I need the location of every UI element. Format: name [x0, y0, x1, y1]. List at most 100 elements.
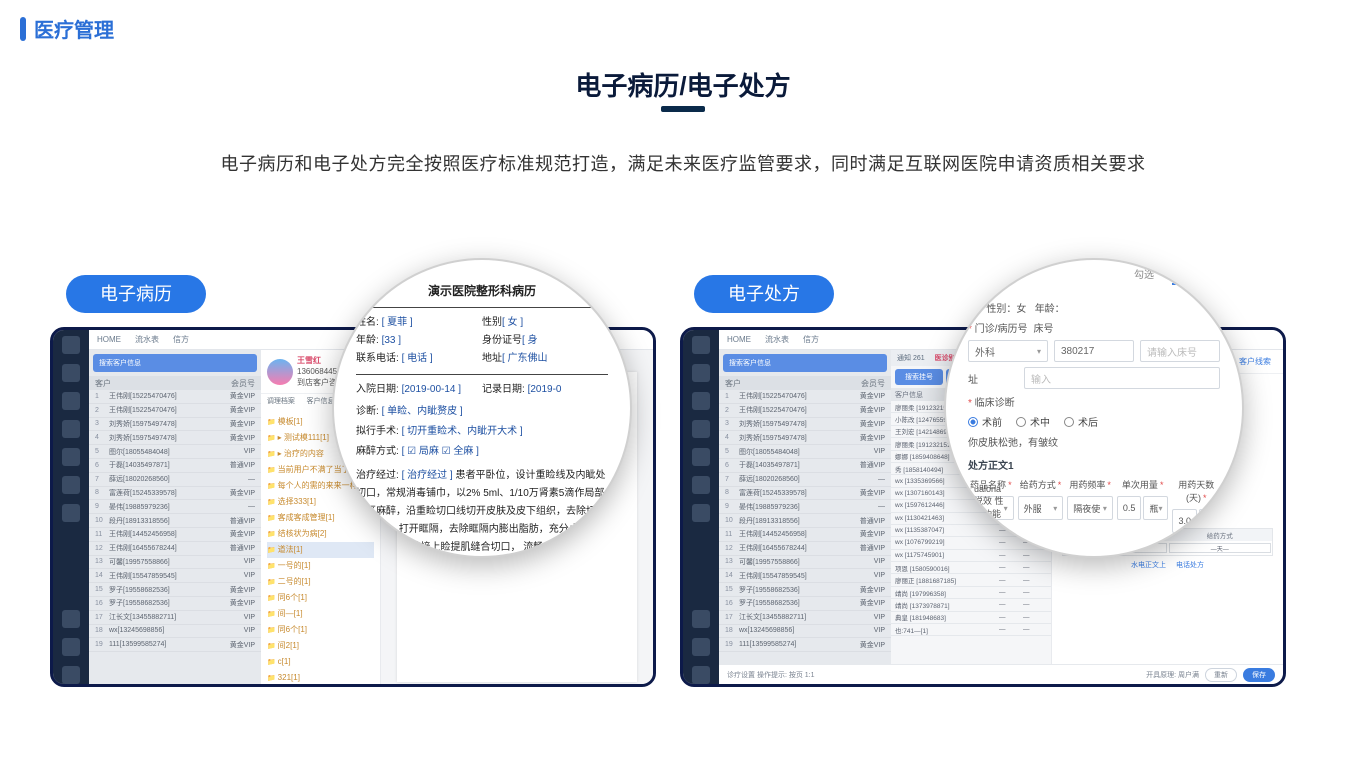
- customer-row[interactable]: 15罗子[19558682536]黄金VIP: [89, 583, 261, 597]
- customer-row[interactable]: 18wx[13245698856]VIP: [89, 625, 261, 639]
- tree-item[interactable]: 同8个[1]: [267, 686, 374, 687]
- customer-row[interactable]: 6于磊[14035497871]普通VIP: [719, 459, 891, 473]
- customer-row[interactable]: 14王伟刚[15547859545]VIP: [719, 569, 891, 583]
- tab-trust[interactable]: 信方: [803, 334, 819, 345]
- nav-icon[interactable]: [62, 476, 80, 494]
- reset-button[interactable]: 重新: [1205, 668, 1237, 682]
- nav-icon[interactable]: [62, 638, 80, 656]
- customer-row[interactable]: 19111[13599585274]黄金VIP: [719, 638, 891, 652]
- patient-row[interactable]: 也:741—[1]——: [891, 624, 1051, 636]
- days-input[interactable]: 3.0: [1172, 509, 1197, 533]
- nav-icon[interactable]: [692, 364, 710, 382]
- dose-input[interactable]: 0.5: [1117, 496, 1142, 520]
- tab-flow[interactable]: 流水表: [765, 334, 789, 345]
- nav-icon[interactable]: [62, 504, 80, 522]
- link[interactable]: 水电正文上: [1131, 560, 1166, 570]
- bed-input[interactable]: 请输入床号: [1140, 340, 1220, 362]
- dept-select[interactable]: 外科: [968, 340, 1048, 362]
- customer-row[interactable]: 5图尔[18055484048]VIP: [719, 445, 891, 459]
- nav-icon[interactable]: [692, 420, 710, 438]
- customer-row[interactable]: 13可馨[19957558866]VIP: [89, 556, 261, 570]
- customer-row[interactable]: 10段丹[18913318556]普通VIP: [89, 514, 261, 528]
- tree-item[interactable]: 二号的[1]: [267, 574, 374, 590]
- customer-row[interactable]: 14王伟刚[15547859545]VIP: [89, 569, 261, 583]
- tab-home[interactable]: HOME: [727, 335, 751, 344]
- customer-row[interactable]: 2王伟刚[15225470476]黄金VIP: [89, 404, 261, 418]
- customer-row[interactable]: 12王伟刚[16455678244]普通VIP: [89, 542, 261, 556]
- customer-row[interactable]: 12王伟刚[16455678244]普通VIP: [719, 542, 891, 556]
- tree-item[interactable]: 间2[1]: [267, 638, 374, 654]
- addr-input[interactable]: 输入: [1024, 367, 1220, 389]
- customer-row[interactable]: 16罗子[19558682536]黄金VIP: [89, 597, 261, 611]
- nav-icon[interactable]: [692, 504, 710, 522]
- customer-row[interactable]: 15罗子[19558682536]黄金VIP: [719, 583, 891, 597]
- customer-row[interactable]: 1王伟刚[15225470476]黄金VIP: [719, 390, 891, 404]
- customer-row[interactable]: 1王伟刚[15225470476]黄金VIP: [89, 390, 261, 404]
- link[interactable]: 电话处方: [1176, 560, 1204, 570]
- nav-icon[interactable]: [62, 420, 80, 438]
- customer-search[interactable]: 搜索客户信息: [93, 354, 257, 372]
- nav-icon[interactable]: [692, 638, 710, 656]
- nav-icon[interactable]: [62, 392, 80, 410]
- nav-icon[interactable]: [62, 666, 80, 684]
- customer-row[interactable]: 11王伟刚[14452456958]黄金VIP: [89, 528, 261, 542]
- nav-icon[interactable]: [62, 364, 80, 382]
- nav-icon[interactable]: [62, 336, 80, 354]
- nav-icon[interactable]: [692, 666, 710, 684]
- mid-tab[interactable]: 调理档案: [261, 394, 301, 410]
- pill[interactable]: 搜索挂号: [895, 369, 943, 385]
- customer-row[interactable]: 8富莲荷[15245339578]黄金VIP: [89, 487, 261, 501]
- customer-row[interactable]: 17江长文[13455882711]VIP: [719, 611, 891, 625]
- customer-row[interactable]: 11王伟刚[14452456958]黄金VIP: [719, 528, 891, 542]
- patient-row[interactable]: 靖尚 [197996358]——: [891, 587, 1051, 599]
- customer-row[interactable]: 5图尔[18055484048]VIP: [89, 445, 261, 459]
- customer-row[interactable]: 9晏伟[19885979236]—: [719, 500, 891, 514]
- customer-row[interactable]: 10段丹[18913318556]普通VIP: [719, 514, 891, 528]
- tab-flow[interactable]: 流水表: [135, 334, 159, 345]
- route-select[interactable]: 外服: [1018, 496, 1064, 520]
- drug-select[interactable]: ualona说效 性肤功能 产线: [968, 496, 1014, 520]
- tree-item[interactable]: 同6个[1]: [267, 590, 374, 606]
- nav-icon[interactable]: [692, 610, 710, 628]
- customer-row[interactable]: 7薛远[18020268560]—: [89, 473, 261, 487]
- tab-trust[interactable]: 信方: [173, 334, 189, 345]
- nav-icon[interactable]: [692, 336, 710, 354]
- patient-row[interactable]: 典皇 [181948683]——: [891, 612, 1051, 624]
- patient-row[interactable]: 项恩 [1580590016]——: [891, 562, 1051, 574]
- customer-row[interactable]: 4刘秀娇[15975497478]黄金VIP: [89, 431, 261, 445]
- patient-row[interactable]: 廖丽正 [1881687185]——: [891, 574, 1051, 586]
- customer-search[interactable]: 搜索客户信息: [723, 354, 887, 372]
- clinic-input[interactable]: 380217: [1054, 340, 1134, 362]
- customer-row[interactable]: 4刘秀娇[15975497478]黄金VIP: [719, 431, 891, 445]
- nav-icon[interactable]: [62, 610, 80, 628]
- patient-row[interactable]: 靖尚 [1373978871]——: [891, 599, 1051, 611]
- customer-row[interactable]: 18wx[13245698856]VIP: [719, 625, 891, 639]
- customer-row[interactable]: 2王伟刚[15225470476]黄金VIP: [719, 404, 891, 418]
- customer-row[interactable]: 3刘秀娇[15975497478]黄金VIP: [89, 418, 261, 432]
- customer-row[interactable]: 19111[13599585274]黄金VIP: [89, 638, 261, 652]
- nav-icon[interactable]: [62, 448, 80, 466]
- customer-row[interactable]: 13可馨[19957558866]VIP: [719, 556, 891, 570]
- tree-item[interactable]: 间—[1]: [267, 606, 374, 622]
- customer-row[interactable]: 17江长文[13455882711]VIP: [89, 611, 261, 625]
- freq-select[interactable]: 隔夜使: [1067, 496, 1113, 520]
- stage-radio-post[interactable]: 术后: [1064, 414, 1098, 429]
- customer-row[interactable]: 8富莲荷[15245339578]黄金VIP: [719, 487, 891, 501]
- tree-item[interactable]: 同6个[1]: [267, 622, 374, 638]
- customer-row[interactable]: 7薛远[18020268560]—: [719, 473, 891, 487]
- tree-item[interactable]: 321[1]: [267, 670, 374, 686]
- dose-unit-select[interactable]: 瓶: [1143, 496, 1168, 520]
- tab-home[interactable]: HOME: [97, 335, 121, 344]
- nav-icon[interactable]: [692, 476, 710, 494]
- tree-item[interactable]: 一号的[1]: [267, 558, 374, 574]
- tree-item[interactable]: c[1]: [267, 654, 374, 670]
- customer-row[interactable]: 6于磊[14035497871]普通VIP: [89, 459, 261, 473]
- stage-radio-pre[interactable]: 术前: [968, 414, 1002, 429]
- customer-row[interactable]: 9晏伟[19885979236]—: [89, 500, 261, 514]
- customer-row[interactable]: 16罗子[19558682536]黄金VIP: [719, 597, 891, 611]
- stage-radio-mid[interactable]: 术中: [1016, 414, 1050, 429]
- nav-icon[interactable]: [692, 448, 710, 466]
- customer-row[interactable]: 3刘秀娇[15975497478]黄金VIP: [719, 418, 891, 432]
- nav-icon[interactable]: [692, 392, 710, 410]
- save-button[interactable]: 保存: [1243, 668, 1275, 682]
